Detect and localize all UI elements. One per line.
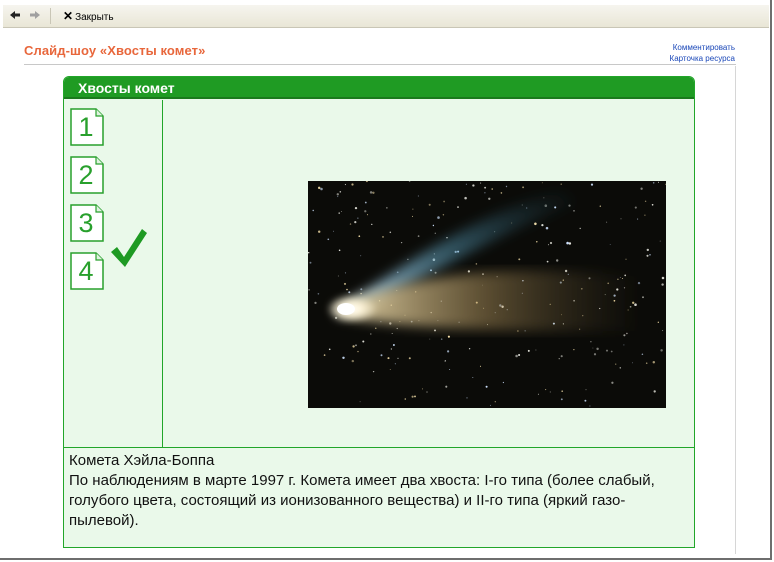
- slide-caption: Комета Хэйла-Боппа По наблюдениям в март…: [69, 451, 689, 531]
- slideshow-panel: Хвосты комет 1 2 3 4 Комета Хэйла-Боппа …: [63, 76, 695, 548]
- slide-number: 2: [78, 160, 94, 190]
- title-divider: [24, 64, 736, 65]
- close-button[interactable]: ✕ Закрыть: [61, 7, 114, 25]
- page-title: Слайд-шоу «Хвосты комет»: [24, 43, 206, 58]
- scrollbar[interactable]: [735, 66, 752, 554]
- arrow-right-icon: [30, 11, 40, 20]
- toolbar-separator: [50, 8, 51, 24]
- checkmark-icon: [111, 229, 147, 267]
- toolbar: ✕ Закрыть: [3, 5, 769, 28]
- slide-button-4[interactable]: 4: [70, 252, 104, 290]
- back-button[interactable]: [9, 7, 25, 25]
- caption-text: По наблюдениям в марте 1997 г. Комета им…: [69, 472, 655, 529]
- close-label: Закрыть: [75, 12, 114, 23]
- resource-links: Комментировать Карточка ресурса: [670, 42, 735, 64]
- slide-button-2[interactable]: 2: [70, 156, 104, 194]
- slide-button-1[interactable]: 1: [70, 108, 104, 146]
- slide-navigation: 1 2 3 4: [64, 100, 163, 447]
- slide-number: 4: [78, 256, 94, 286]
- caption-divider: [64, 447, 694, 448]
- comet-image: [308, 181, 666, 408]
- resource-card-link[interactable]: Карточка ресурса: [670, 53, 735, 64]
- comet-photo: [308, 181, 666, 408]
- forward-button[interactable]: [29, 7, 45, 25]
- arrow-left-icon: [10, 11, 20, 20]
- comment-link[interactable]: Комментировать: [670, 42, 735, 53]
- panel-title: Хвосты комет: [64, 77, 694, 99]
- slide-number: 3: [78, 208, 94, 238]
- slide-number: 1: [78, 112, 94, 142]
- caption-title: Комета Хэйла-Боппа: [69, 452, 215, 469]
- close-icon: ✕: [63, 9, 74, 23]
- slide-content: [163, 100, 694, 447]
- slide-button-3[interactable]: 3: [70, 204, 104, 242]
